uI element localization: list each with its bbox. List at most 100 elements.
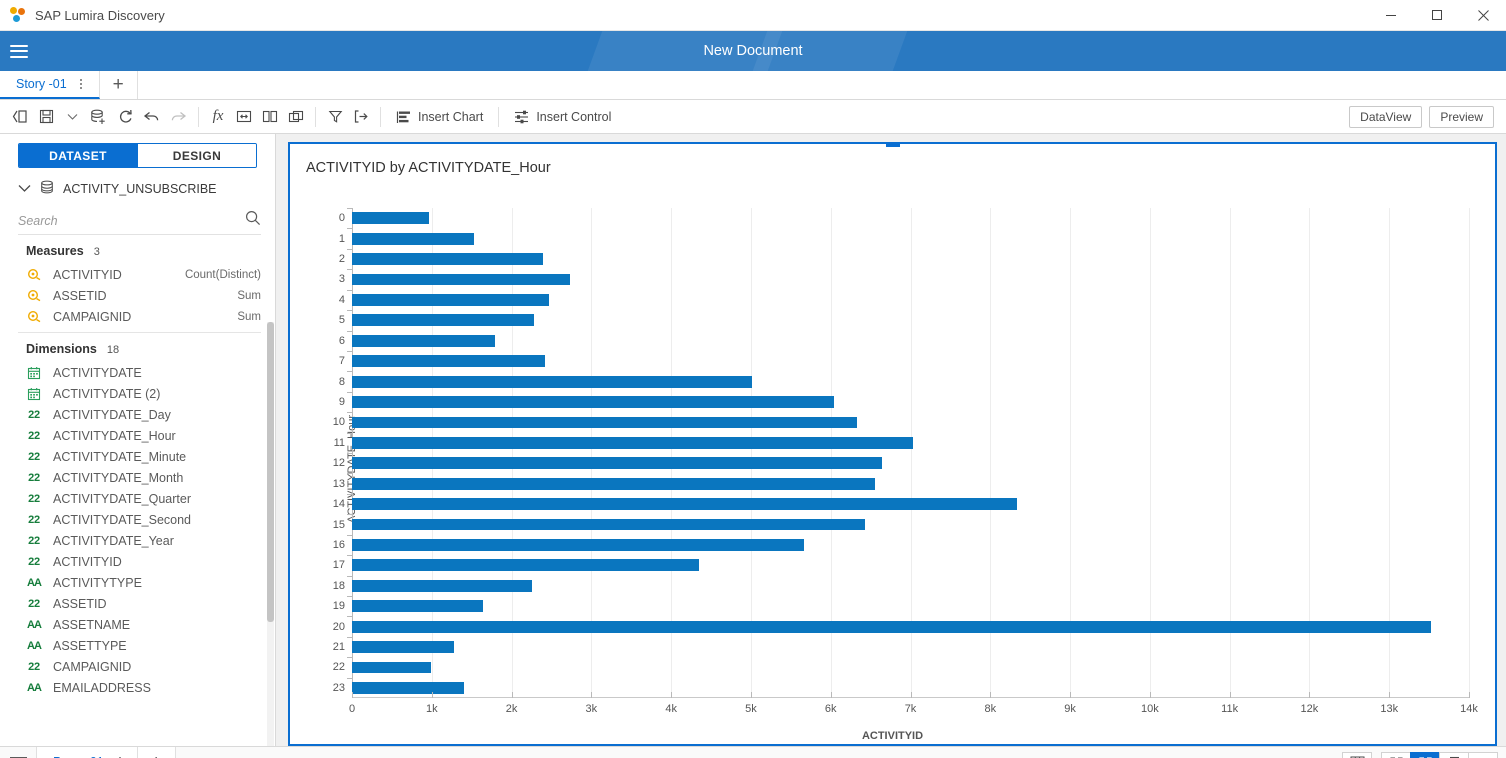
dimension-item-activitydate-day[interactable]: 22 ACTIVITYDATE_Day [0, 404, 275, 425]
y-axis-tick [347, 432, 352, 434]
dimension-item-activitydate[interactable]: ACTIVITYDATE [0, 362, 275, 383]
story-tab-menu-icon[interactable] [76, 77, 86, 91]
export-icon[interactable] [348, 104, 374, 130]
dimension-item-activitydate-2[interactable]: ACTIVITYDATE (2) [0, 383, 275, 404]
chart-bar[interactable] [352, 661, 431, 674]
text-field-icon: AA [27, 618, 42, 631]
refresh-icon[interactable] [112, 104, 138, 130]
sidebar-scrollbar[interactable] [267, 322, 274, 746]
chart-bar[interactable] [352, 273, 570, 286]
dimension-item-activitydate-minute[interactable]: 22 ACTIVITYDATE_Minute [0, 446, 275, 467]
dimension-item-activitytype[interactable]: AA ACTIVITYTYPE [0, 572, 275, 593]
fit-page-icon[interactable] [1381, 751, 1411, 758]
dimension-item-activitydate-hour[interactable]: 22 ACTIVITYDATE_Hour [0, 425, 275, 446]
chart-bar[interactable] [352, 232, 475, 245]
filter-icon[interactable] [322, 104, 348, 130]
dimension-item-assettype[interactable]: AA ASSETTYPE [0, 635, 275, 656]
y-axis-tick-label: 11 [333, 436, 345, 449]
chevron-down-icon[interactable] [18, 182, 31, 195]
measure-item-assetid[interactable]: ASSETID Sum [0, 285, 275, 306]
tab-design[interactable]: DESIGN [137, 144, 256, 167]
minimize-icon[interactable] [1368, 0, 1414, 31]
chart-bar[interactable] [352, 314, 534, 327]
dimension-item-activitydate-year[interactable]: 22 ACTIVITYDATE_Year [0, 530, 275, 551]
insert-chart-button[interactable]: Insert Chart [387, 104, 492, 130]
grid-view-icon[interactable] [1342, 751, 1372, 758]
split-columns-icon[interactable] [257, 104, 283, 130]
chart-bar[interactable] [352, 355, 546, 368]
sidebar-scrollbar-thumb[interactable] [267, 322, 274, 622]
chart-bar[interactable] [352, 253, 544, 265]
redo-icon[interactable] [165, 104, 192, 130]
dimension-name: ACTIVITYDATE_Year [53, 533, 174, 548]
dataview-button[interactable]: DataView [1349, 105, 1423, 128]
chart-bar[interactable] [352, 457, 882, 470]
duplicate-icon[interactable] [283, 104, 309, 130]
dimension-name: EMAILADDRESS [53, 680, 151, 695]
tab-dataset[interactable]: DATASET [19, 144, 137, 167]
preview-button[interactable]: Preview [1429, 105, 1494, 128]
chart-bar[interactable] [352, 681, 464, 694]
chart-bar[interactable] [352, 334, 495, 347]
chart-selection-handle[interactable] [885, 144, 900, 147]
insert-control-label: Insert Control [536, 109, 612, 124]
fit-height-icon[interactable] [1439, 751, 1469, 758]
chart-bar[interactable] [352, 559, 700, 572]
text-field-icon: AA [27, 681, 42, 694]
window-controls [1368, 0, 1506, 31]
dimension-item-activityid[interactable]: 22 ACTIVITYID [0, 551, 275, 572]
page-tab-page-01[interactable]: Page -01 [36, 747, 138, 758]
chart-bar[interactable] [352, 518, 866, 531]
chart-bar[interactable] [352, 579, 532, 592]
search-icon[interactable] [245, 210, 261, 231]
chart-bar[interactable] [352, 620, 1431, 633]
add-page-button[interactable]: + [137, 747, 176, 758]
chart-bar[interactable] [352, 539, 805, 551]
search-input[interactable] [18, 213, 245, 228]
dataset-header[interactable]: ACTIVITY_UNSUBSCRIBE [0, 168, 275, 207]
chart-bar[interactable] [352, 375, 752, 388]
dimension-item-campaignid[interactable]: 22 CAMPAIGNID [0, 656, 275, 677]
dimension-item-assetid[interactable]: 22 ASSETID [0, 593, 275, 614]
dimension-name: ACTIVITYDATE (2) [53, 386, 161, 401]
dimension-item-activitydate-quarter[interactable]: 22 ACTIVITYDATE_Quarter [0, 488, 275, 509]
add-dataset-icon[interactable] [85, 104, 112, 130]
close-icon[interactable] [1460, 0, 1506, 31]
page-menu-icon[interactable] [0, 747, 36, 758]
x-axis-ticks: 0 1k 2k 3k 4k 5k 6k 7k 8k 9k 10k 11k 12k 13k 14k [349, 692, 1478, 724]
chart-bar[interactable] [352, 641, 455, 653]
chart-bar[interactable] [352, 477, 876, 490]
dimension-item-activitydate-month[interactable]: 22 ACTIVITYDATE_Month [0, 467, 275, 488]
formula-icon[interactable]: fx [205, 104, 231, 130]
x-axis-tick-label: 9k [1064, 703, 1076, 715]
fit-width-icon[interactable] [231, 104, 257, 130]
fit-screen-icon[interactable] [1410, 751, 1440, 758]
y-axis-tick-label: 23 [332, 681, 345, 694]
chart-container[interactable]: ACTIVITYID by ACTIVITYDATE_Hour ACTIVITY… [288, 142, 1497, 746]
chart-bar[interactable] [352, 396, 834, 408]
sap-lumira-logo-icon [10, 7, 26, 23]
chart-bar[interactable] [352, 293, 550, 306]
dimension-item-activitydate-second[interactable]: 22 ACTIVITYDATE_Second [0, 509, 275, 530]
maximize-icon[interactable] [1414, 0, 1460, 31]
insert-control-button[interactable]: Insert Control [505, 104, 620, 130]
chart-bar[interactable] [352, 600, 483, 613]
save-icon[interactable] [33, 104, 59, 130]
chart-bar[interactable] [352, 212, 429, 225]
toggle-side-panel-icon[interactable] [6, 104, 33, 130]
application-title: SAP Lumira Discovery [35, 7, 165, 23]
fit-width-icon[interactable] [1468, 751, 1498, 758]
story-tab-story-01[interactable]: Story -01 [0, 71, 100, 99]
chart-bar[interactable] [352, 498, 1017, 511]
measure-item-campaignid[interactable]: CAMPAIGNID Sum [0, 306, 275, 327]
number-field-icon: 22 [28, 429, 40, 442]
chart-bar[interactable] [352, 436, 913, 449]
dimensions-group-header: Dimensions 18 [0, 333, 275, 362]
dimension-item-assetname[interactable]: AA ASSETNAME [0, 614, 275, 635]
dimension-item-emailaddress[interactable]: AA EMAILADDRESS [0, 677, 275, 698]
measure-item-activityid[interactable]: ACTIVITYID Count(Distinct) [0, 264, 275, 285]
chart-bar[interactable] [352, 416, 858, 429]
undo-icon[interactable] [138, 104, 165, 130]
save-dropdown-chevron-down-icon[interactable] [59, 104, 85, 130]
add-story-button[interactable]: + [99, 71, 138, 99]
